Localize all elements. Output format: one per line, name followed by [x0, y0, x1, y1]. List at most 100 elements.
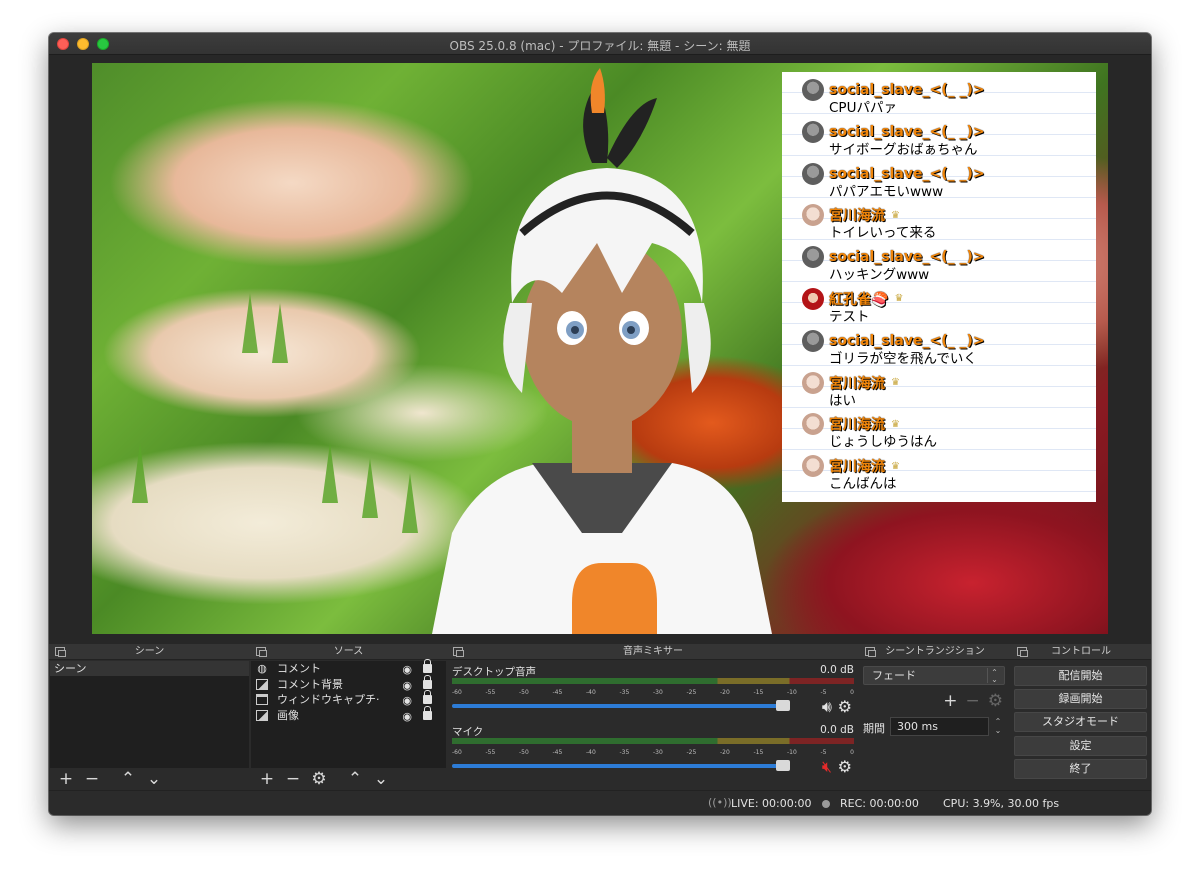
chat-message: social_slave_<(_ _)> ゴリラが空を飛んでいく: [802, 329, 1086, 373]
chat-username: social_slave_<(_ _)>: [829, 332, 985, 349]
scene-item[interactable]: シーン: [50, 661, 249, 676]
speaker-muted-icon[interactable]: 🔇︎: [822, 757, 832, 777]
chat-avatar: [802, 246, 824, 269]
start-recording-button[interactable]: 録画開始: [1014, 689, 1147, 710]
chat-avatar: [802, 79, 824, 101]
controls-body: 配信開始 録画開始 スタジオモード 設定 終了: [1014, 666, 1147, 782]
member-badge-icon: ♛: [894, 293, 904, 305]
chat-message-header: social_slave_<(_ _)>: [802, 162, 1086, 185]
undock-icon[interactable]: [256, 647, 267, 657]
audio-mixer-dock: 音声ミキサー デスクトップ音声 0.0 dB -60 -55 -50 -45 -40 -3…: [447, 644, 859, 790]
volume-slider-handle[interactable]: [776, 700, 791, 711]
exit-button[interactable]: 終了: [1014, 758, 1147, 779]
lock-icon[interactable]: [423, 690, 432, 704]
move-scene-down-button[interactable]: ⌄: [141, 769, 167, 789]
chat-text: サイボーグおばぁちゃん: [829, 141, 978, 158]
visibility-eye-icon[interactable]: ◉: [402, 693, 412, 709]
undock-icon[interactable]: [55, 647, 66, 657]
chat-text: はい: [829, 392, 856, 409]
chat-message-header: 紅孔雀🍣 ♛: [802, 287, 1086, 310]
remove-source-button[interactable]: −: [280, 769, 306, 789]
source-item[interactable]: ウィンドウキャプチ· ◉: [251, 690, 446, 709]
scenes-dock-header: シーン: [49, 644, 250, 660]
transition-select[interactable]: フェード ⌃ ⌄: [863, 666, 1005, 685]
sources-dock: ソース ◍ コメント ◉ コメント背景 ◉ ウィンドウキャプチ· ◉ 画像 ◉ …: [250, 644, 447, 790]
remove-scene-button[interactable]: −: [79, 769, 105, 789]
settings-button[interactable]: 設定: [1014, 735, 1147, 756]
add-source-button[interactable]: +: [254, 769, 280, 789]
mixer-channel-desktop: デスクトップ音声 0.0 dB -60 -55 -50 -45 -40 -35 -30 -25…: [452, 664, 854, 724]
chat-username: social_slave_<(_ _)>: [829, 249, 985, 266]
source-item[interactable]: 画像 ◉: [251, 705, 446, 725]
duration-input[interactable]: 300 ms: [890, 717, 989, 736]
chat-text: こんばんは: [829, 476, 897, 493]
scenes-list[interactable]: シーン: [50, 661, 249, 768]
add-transition-button[interactable]: +: [943, 691, 957, 711]
preview-canvas[interactable]: social_slave_<(_ _)> CPUパパァ social_slave_<…: [92, 63, 1108, 634]
level-meter: [452, 738, 854, 744]
lock-icon[interactable]: [423, 674, 432, 689]
source-properties-gear-icon[interactable]: ⚙: [306, 769, 332, 789]
speaker-icon[interactable]: 🔊︎: [822, 697, 832, 717]
volume-slider-handle[interactable]: [776, 760, 791, 771]
chat-message: social_slave_<(_ _)> CPUパパァ: [802, 79, 1086, 122]
status-bar: ((•)) LIVE: 00:00:00 REC: 00:00:00 CPU: …: [49, 790, 1151, 815]
chat-message: 紅孔雀🍣 ♛ テスト: [802, 287, 1086, 331]
grass-garnish: [322, 443, 338, 503]
source-item[interactable]: コメント背景 ◉: [251, 674, 446, 694]
meter-tick-label: -15: [753, 689, 764, 696]
chat-text: じょうしゆうはん: [829, 434, 937, 451]
visibility-eye-icon[interactable]: ◉: [402, 678, 412, 694]
lock-icon[interactable]: [423, 705, 432, 720]
add-scene-button[interactable]: +: [53, 769, 79, 789]
chat-text: テスト: [829, 308, 870, 325]
preview-area[interactable]: social_slave_<(_ _)> CPUパパァ social_slave_<…: [49, 55, 1151, 644]
visibility-eye-icon[interactable]: ◉: [402, 662, 412, 678]
move-scene-up-button[interactable]: ⌃: [115, 769, 141, 789]
chat-avatar: [802, 413, 824, 436]
chat-message-header: social_slave_<(_ _)>: [802, 120, 1086, 143]
meter-tick-label: -40: [586, 749, 596, 756]
chat-avatar: [802, 204, 824, 227]
duration-stepper[interactable]: ⌃ ⌄: [991, 717, 1005, 736]
gear-icon[interactable]: ⚙: [838, 697, 852, 716]
chat-username: 宮川海流: [829, 417, 885, 434]
undock-icon[interactable]: [865, 647, 876, 657]
cpu-status: CPU: 3.9%, 30.00 fps: [943, 797, 1060, 810]
meter-tick-label: -25: [686, 749, 697, 756]
meter-tick-label: -60: [452, 749, 462, 756]
remove-transition-button[interactable]: −: [966, 691, 980, 711]
meter-tick-label: -55: [485, 749, 496, 756]
title-bar: OBS 25.0.8 (mac) - プロファイル: 無題 - シーン: 無題: [49, 33, 1151, 55]
move-source-up-button[interactable]: ⌃: [342, 769, 368, 789]
undock-icon[interactable]: [1017, 647, 1028, 657]
source-item[interactable]: ◍ コメント ◉: [251, 659, 446, 678]
chat-message: 宮川海流 ♛ トイレいって来る: [802, 204, 1086, 247]
chat-text: ハッキングwww: [829, 267, 930, 284]
meter-tick-label: -35: [619, 749, 630, 756]
controls-dock: コントロール 配信開始 録画開始 スタジオモード 設定 終了: [1011, 644, 1151, 790]
vtuber-avatar: [432, 68, 772, 634]
volume-slider[interactable]: [452, 704, 791, 708]
dock-area: シーン シーン + − ⌃ ⌄ ソース ◍ コメント ◉ コメント背景 ◉ ウィ…: [49, 644, 1151, 790]
image-icon: [256, 709, 268, 721]
studio-mode-button[interactable]: スタジオモード: [1014, 712, 1147, 733]
mixer-dock-header: 音声ミキサー: [447, 644, 859, 660]
grass-garnish: [272, 303, 288, 363]
undock-icon[interactable]: [453, 647, 464, 657]
move-source-down-button[interactable]: ⌄: [368, 769, 394, 789]
start-streaming-button[interactable]: 配信開始: [1014, 666, 1147, 686]
gear-icon[interactable]: ⚙: [838, 757, 852, 776]
meter-tick-label: -55: [485, 689, 496, 696]
transition-tools: + − ⚙: [943, 691, 1003, 711]
sources-list[interactable]: ◍ コメント ◉ コメント背景 ◉ ウィンドウキャプチ· ◉ 画像 ◉: [251, 659, 446, 768]
mixer-channel-mic: マイク 0.0 dB -60 -55 -50 -45 -40 -35 -30 -25 -20 -1…: [452, 724, 854, 784]
chat-message-list: social_slave_<(_ _)> CPUパパァ social_slave_<…: [802, 79, 1086, 498]
transition-gear-icon[interactable]: ⚙: [988, 691, 1003, 711]
mixer-dock-title: 音声ミキサー: [623, 646, 683, 657]
meter-tick-label: -10: [787, 689, 797, 696]
visibility-eye-icon[interactable]: ◉: [402, 709, 412, 725]
member-badge-icon: ♛: [891, 460, 900, 472]
lock-icon[interactable]: [423, 659, 432, 673]
volume-slider[interactable]: [452, 764, 791, 768]
